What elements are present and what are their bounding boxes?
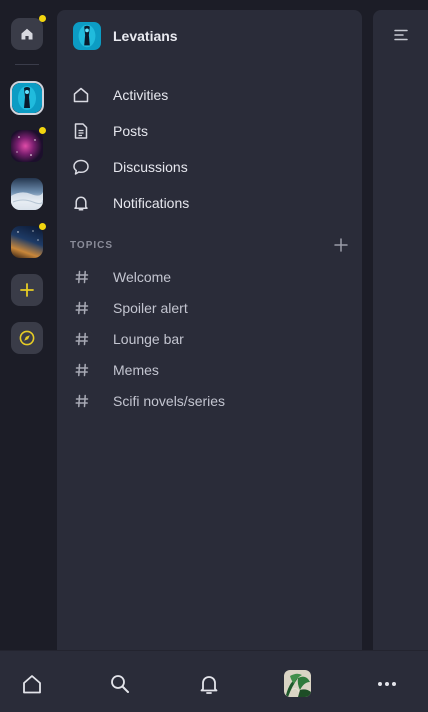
avatar [284, 670, 311, 697]
more-horizontal-icon [378, 682, 396, 686]
chat-bubble-icon [71, 157, 91, 177]
topic-label: Welcome [113, 269, 172, 285]
hash-icon [75, 270, 89, 284]
rail-server-levatians[interactable] [10, 81, 44, 115]
hash-icon [75, 332, 89, 346]
explore-button[interactable] [11, 322, 43, 354]
topic-label: Memes [113, 362, 159, 378]
hash-icon [75, 301, 89, 315]
tab-search[interactable] [108, 672, 132, 696]
earth-server-avatar [11, 192, 43, 210]
topic-memes[interactable]: Memes [75, 359, 159, 381]
bell-icon [200, 676, 218, 694]
galaxy-server-avatar [17, 230, 39, 241]
hash-icon [75, 363, 89, 377]
topic-scifi-novels[interactable]: Scifi novels/series [75, 390, 225, 412]
bottom-nav [0, 650, 428, 712]
topic-lounge-bar[interactable]: Lounge bar [75, 328, 184, 350]
topic-spoiler-alert[interactable]: Spoiler alert [75, 297, 188, 319]
content-pane [373, 10, 428, 650]
search-icon [111, 675, 129, 693]
bell-icon [71, 193, 91, 213]
rail-home-button[interactable] [11, 15, 46, 50]
server-rail [0, 0, 56, 650]
nav-item-posts[interactable]: Posts [71, 117, 148, 145]
server-name: Levatians [113, 28, 178, 44]
server-header[interactable]: Levatians [73, 22, 178, 50]
rail-divider [15, 64, 39, 65]
add-server-button[interactable] [11, 274, 43, 306]
home-icon [71, 85, 91, 105]
tab-notifications[interactable] [197, 672, 221, 696]
hash-icon [75, 394, 89, 408]
channel-panel: Levatians Activities Posts Discussions N… [57, 10, 362, 650]
topic-label: Lounge bar [113, 331, 184, 347]
nav-item-label: Posts [113, 123, 149, 139]
nav-item-activities[interactable]: Activities [71, 81, 168, 109]
rail-server-earth[interactable] [11, 178, 43, 210]
menu-icon[interactable] [394, 28, 408, 42]
profile-avatar[interactable] [284, 670, 311, 697]
topics-header: TOPICS [70, 238, 348, 252]
nebula-server-avatar [16, 136, 36, 156]
topic-welcome[interactable]: Welcome [75, 266, 171, 288]
topic-label: Spoiler alert [113, 300, 188, 316]
unread-dot [39, 15, 46, 22]
plus-icon [20, 283, 34, 297]
unread-dot [39, 127, 46, 134]
add-topic-button[interactable] [334, 238, 348, 252]
home-icon [21, 28, 33, 40]
levatians-server-avatar [12, 83, 42, 113]
document-icon [71, 121, 91, 141]
tab-home[interactable] [20, 672, 44, 696]
compass-icon [19, 330, 35, 346]
nav-item-notifications[interactable]: Notifications [71, 189, 189, 217]
topics-title: TOPICS [70, 239, 114, 251]
home-icon [23, 675, 41, 694]
tab-more[interactable] [375, 672, 399, 696]
rail-server-nebula[interactable] [11, 127, 46, 162]
plus-icon [334, 238, 348, 252]
nav-item-label: Activities [113, 87, 169, 103]
topic-label: Scifi novels/series [113, 393, 226, 409]
rail-server-galaxy[interactable] [11, 223, 46, 258]
nav-item-discussions[interactable]: Discussions [71, 153, 188, 181]
unread-dot [39, 223, 46, 230]
server-avatar [73, 22, 101, 50]
nav-item-label: Discussions [113, 159, 188, 175]
nav-item-label: Notifications [113, 195, 190, 211]
app: Levatians Activities Posts Discussions N… [0, 0, 428, 712]
